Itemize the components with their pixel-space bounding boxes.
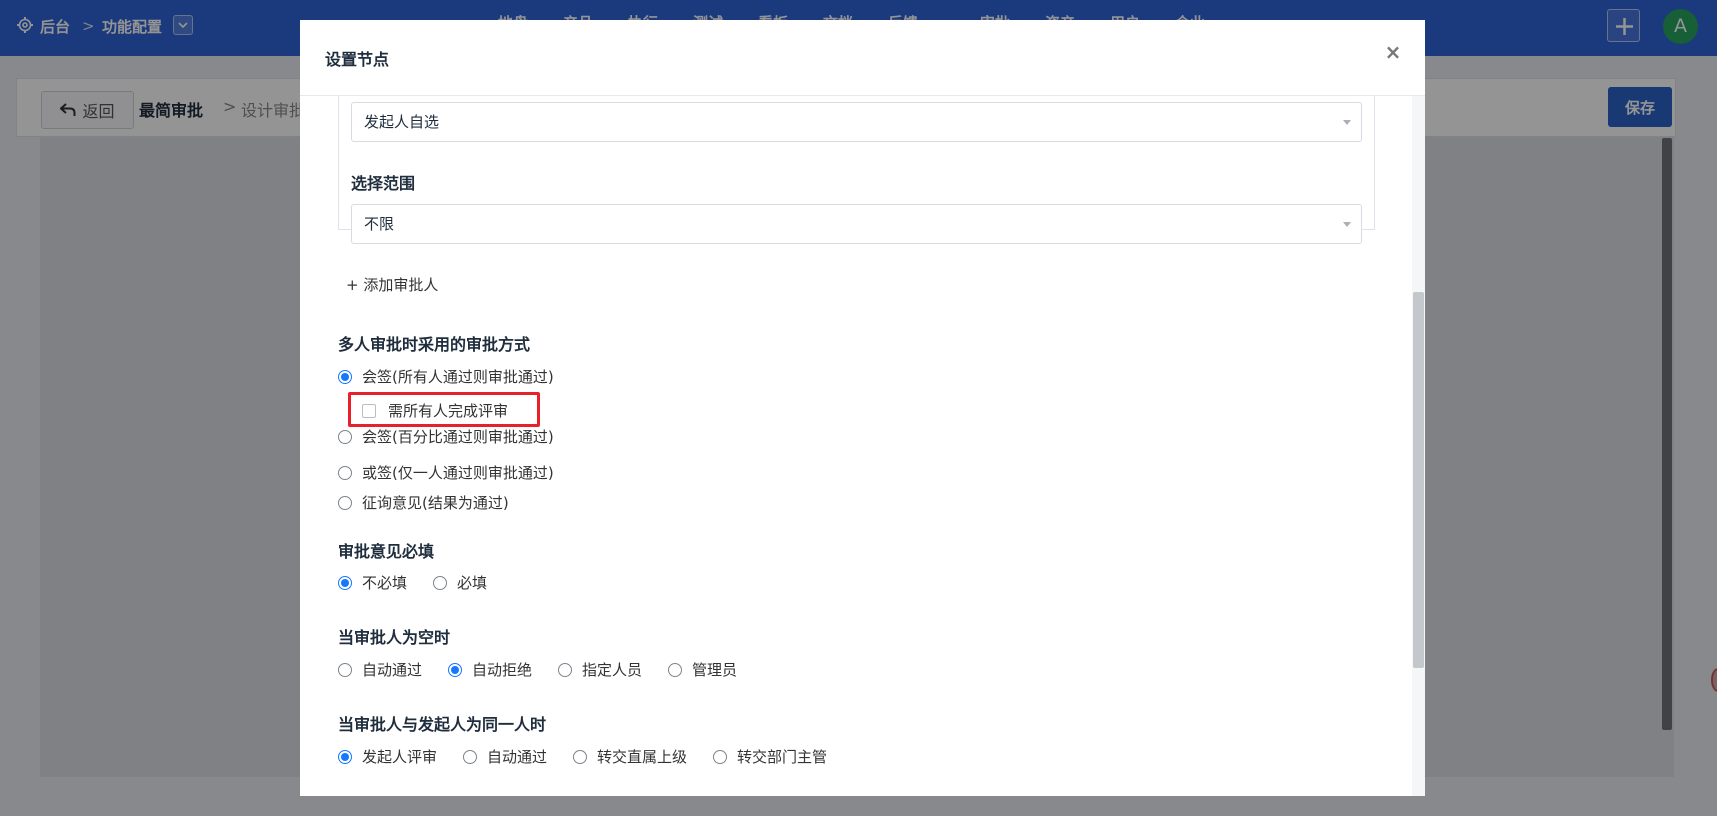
approver-type-value: 发起人自选 <box>364 113 440 131</box>
option-label: 会签(所有人通过则审批通过) <box>362 368 554 386</box>
option-label: 会签(百分比通过则审批通过) <box>362 428 554 446</box>
radio-unchecked[interactable] <box>338 662 352 677</box>
radio-unchecked[interactable] <box>713 749 728 764</box>
add-approver-link[interactable]: + 添加审批人 <box>346 274 438 295</box>
multi-option-countersign-all[interactable]: 会签(所有人通过则审批通过) <box>338 366 554 387</box>
same-option-direct-superior[interactable]: 转交直属上级 <box>573 746 687 767</box>
radio-checked[interactable] <box>338 575 352 590</box>
comment-option-required[interactable]: 必填 <box>433 572 487 593</box>
scope-select[interactable]: 不限 <box>351 204 1362 244</box>
option-label: 发起人评审 <box>362 748 438 766</box>
dialog-title: 设置节点 <box>325 50 390 69</box>
option-label: 征询意见(结果为通过) <box>362 494 509 512</box>
dialog-header: 设置节点 × <box>300 20 1425 96</box>
radio-unchecked[interactable] <box>668 662 683 677</box>
scope-label: 选择范围 <box>351 174 416 193</box>
scope-value: 不限 <box>364 215 395 233</box>
dialog-scrollbar-thumb[interactable] <box>1413 292 1424 668</box>
option-label: 自动拒绝 <box>472 661 533 679</box>
same-person-title: 当审批人与发起人为同一人时 <box>338 715 547 734</box>
option-label: 转交部门主管 <box>737 748 828 766</box>
same-option-dept-head[interactable]: 转交部门主管 <box>713 746 827 767</box>
radio-unchecked[interactable] <box>558 662 573 677</box>
option-label: 管理员 <box>692 661 738 679</box>
radio-unchecked[interactable] <box>338 465 352 480</box>
radio-unchecked[interactable] <box>338 429 352 444</box>
approver-type-select[interactable]: 发起人自选 <box>351 102 1362 142</box>
radio-unchecked[interactable] <box>463 749 478 764</box>
caret-down-icon <box>1343 222 1351 227</box>
set-node-dialog: 设置节点 × 发起人自选 选择范围 不限 + 添加审批人 多人审批时采用的审批方… <box>300 20 1425 796</box>
multi-approval-title: 多人审批时采用的审批方式 <box>338 335 531 354</box>
require-all-review-checkbox[interactable] <box>362 403 376 418</box>
close-icon[interactable]: × <box>1383 42 1403 62</box>
empty-approver-title: 当审批人为空时 <box>338 628 451 647</box>
option-label: 指定人员 <box>582 661 643 679</box>
same-option-initiator-review[interactable]: 发起人评审 <box>338 746 437 767</box>
comment-option-not-required[interactable]: 不必填 <box>338 572 407 593</box>
option-label: 自动通过 <box>362 661 423 679</box>
option-label: 不必填 <box>362 574 408 592</box>
multi-option-countersign-percent[interactable]: 会签(百分比通过则审批通过) <box>338 426 554 447</box>
option-label: 自动通过 <box>487 748 548 766</box>
option-label: 必填 <box>457 574 488 592</box>
option-label: 或签(仅一人通过则审批通过) <box>362 464 554 482</box>
multi-option-consult[interactable]: 征询意见(结果为通过) <box>338 492 509 513</box>
checkbox-label: 需所有人完成评审 <box>388 402 509 420</box>
radio-unchecked[interactable] <box>433 575 448 590</box>
empty-option-auto-reject[interactable]: 自动拒绝 <box>448 659 532 680</box>
comment-required-title: 审批意见必填 <box>338 542 435 561</box>
radio-unchecked[interactable] <box>338 495 352 510</box>
same-person-group: 发起人评审 自动通过 转交直属上级 转交部门主管 <box>338 746 853 767</box>
comment-required-group: 不必填 必填 <box>338 572 513 593</box>
empty-approver-group: 自动通过 自动拒绝 指定人员 管理员 <box>338 659 763 680</box>
caret-down-icon <box>1343 120 1351 125</box>
radio-checked[interactable] <box>338 369 352 384</box>
multi-option-or-sign[interactable]: 或签(仅一人通过则审批通过) <box>338 462 554 483</box>
option-label: 转交直属上级 <box>597 748 688 766</box>
radio-checked[interactable] <box>448 662 463 677</box>
empty-option-admin[interactable]: 管理员 <box>668 659 737 680</box>
radio-checked[interactable] <box>338 749 352 764</box>
dialog-body: 发起人自选 选择范围 不限 + 添加审批人 多人审批时采用的审批方式 会签(所有… <box>300 96 1404 796</box>
radio-unchecked[interactable] <box>573 749 588 764</box>
empty-option-auto-pass[interactable]: 自动通过 <box>338 659 422 680</box>
require-all-review-option[interactable]: 需所有人完成评审 <box>362 400 508 421</box>
empty-option-designated[interactable]: 指定人员 <box>558 659 642 680</box>
same-option-auto-pass[interactable]: 自动通过 <box>463 746 547 767</box>
